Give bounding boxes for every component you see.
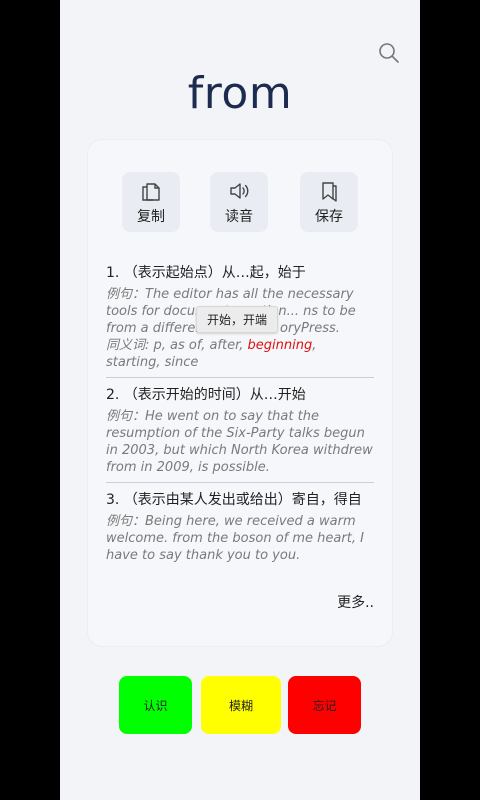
speaker-icon (230, 183, 249, 199)
action-bar: 复制 读音 保存 (88, 172, 392, 232)
save-label: 保存 (315, 209, 343, 225)
example-sentence: 例句：He went on to say that the resumption… (106, 409, 373, 475)
save-button[interactable]: 保存 (300, 172, 358, 232)
know-button[interactable]: 认识 (119, 676, 192, 734)
synonyms-prefix: 同义词: p, as of, after, (106, 338, 248, 353)
synonyms: 同义词: p, as of, after, beginning, startin… (106, 337, 374, 371)
definition-card: 复制 读音 保存 1. （表示起始点）从…起，始于 例句：The editor … (88, 140, 392, 646)
word-title: from (187, 68, 293, 119)
phone-screen: from 复制 读音 保存 1. （表示起始点）从…起，始于 例句：The ed… (60, 0, 420, 800)
copy-label: 复制 (137, 209, 165, 225)
more-link[interactable]: 更多.. (337, 592, 374, 612)
copy-button[interactable]: 复制 (122, 172, 180, 232)
bookmark-icon (322, 182, 337, 202)
search-icon[interactable] (378, 42, 400, 64)
example-sentence: 例句：Being here, we received a warm welcom… (106, 514, 364, 563)
definition-title: 3. （表示由某人发出或给出）寄自，得自 (106, 492, 362, 508)
definition-title: 2. （表示开始的时间）从…开始 (106, 387, 306, 403)
translation-tooltip: 开始，开端 (196, 306, 279, 333)
vague-button[interactable]: 模糊 (201, 676, 281, 734)
pronounce-button[interactable]: 读音 (210, 172, 268, 232)
definition-item: 2. （表示开始的时间）从…开始 例句：He went on to say th… (106, 377, 374, 482)
pronounce-label: 读音 (225, 209, 253, 225)
definition-title: 1. （表示起始点）从…起，始于 (106, 265, 306, 281)
forget-button[interactable]: 忘记 (288, 676, 361, 734)
copy-icon (142, 183, 160, 201)
definition-item: 3. （表示由某人发出或给出）寄自，得自 例句：Being here, we r… (106, 482, 374, 570)
synonym-highlight[interactable]: beginning (248, 338, 313, 353)
